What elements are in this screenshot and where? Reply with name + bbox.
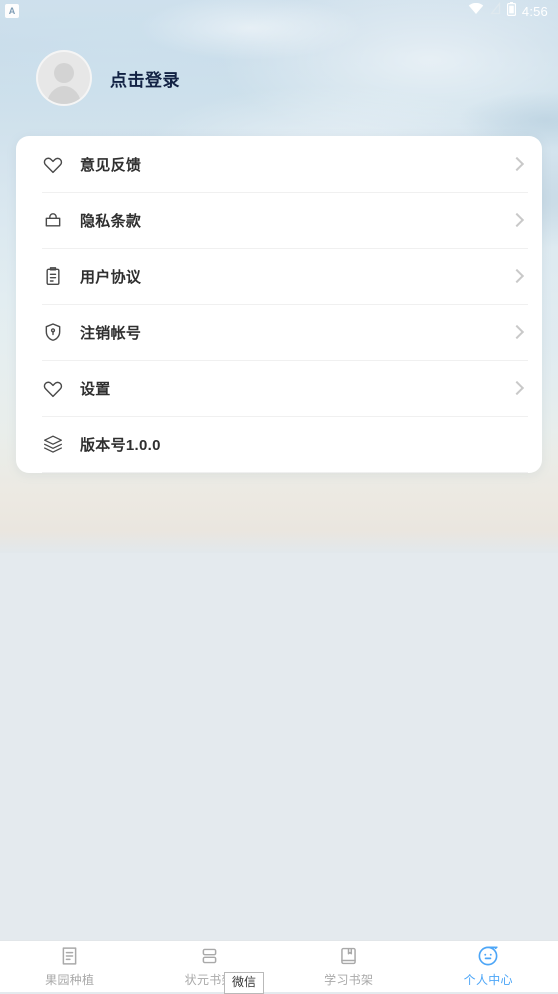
menu-item-label: 意见反馈 — [80, 154, 512, 175]
menu-item-delete-account[interactable]: 注销帐号 — [16, 304, 542, 360]
menu-item-privacy-terms[interactable]: 隐私条款 — [16, 192, 542, 248]
profile-login-area[interactable]: 点击登录 — [36, 50, 180, 106]
status-bar: A 4:56 — [0, 0, 558, 22]
tab-study-shelf[interactable]: 学习书架 — [279, 941, 419, 992]
heart-icon — [42, 377, 64, 399]
menu-item-settings[interactable]: 设置 — [16, 360, 542, 416]
battery-icon — [507, 2, 516, 21]
chevron-right-icon — [510, 269, 524, 283]
clipboard-icon — [42, 265, 64, 287]
bottom-tab-bar: 果园种植 状元书架 学习书架 — [0, 940, 558, 992]
tab-profile[interactable]: 个人中心 — [419, 941, 558, 992]
menu-item-label: 隐私条款 — [80, 210, 512, 231]
tab-label: 个人中心 — [464, 971, 513, 988]
note-icon — [59, 945, 80, 967]
status-bar-right: 4:56 — [468, 2, 548, 21]
bag-icon — [42, 209, 64, 231]
heart-icon — [42, 153, 64, 175]
smiley-icon — [477, 945, 499, 967]
chevron-right-icon — [510, 157, 524, 171]
menu-item-label: 注销帐号 — [80, 322, 512, 343]
menu-item-label: 版本号1.0.0 — [80, 434, 512, 455]
chevron-right-icon — [510, 213, 524, 227]
menu-item-user-agreement[interactable]: 用户协议 — [16, 248, 542, 304]
book-icon — [338, 945, 359, 967]
avatar-head — [54, 63, 74, 83]
menu-item-label: 设置 — [80, 378, 512, 399]
tab-label: 学习书架 — [324, 971, 373, 988]
wifi-icon — [468, 2, 484, 20]
shelf-icon — [199, 945, 220, 967]
chevron-right-icon — [510, 381, 524, 395]
tab-label: 果园种植 — [45, 971, 94, 988]
app-notification-icon: A — [5, 4, 19, 18]
avatar[interactable] — [36, 50, 92, 106]
settings-menu-card: 意见反馈 隐私条款 用户协议 — [16, 136, 542, 473]
menu-item-feedback[interactable]: 意见反馈 — [16, 136, 542, 192]
signal-off-icon — [490, 2, 501, 20]
menu-item-version: 版本号1.0.0 — [16, 416, 542, 472]
avatar-body — [47, 86, 82, 106]
menu-item-label: 用户协议 — [80, 266, 512, 287]
status-bar-left: A — [5, 4, 19, 18]
status-bar-clock: 4:56 — [522, 4, 548, 19]
wechat-tooltip[interactable]: 微信 — [224, 972, 264, 994]
tab-orchard[interactable]: 果园种植 — [0, 941, 140, 992]
layers-icon — [42, 433, 64, 455]
shield-icon — [42, 321, 64, 343]
chevron-right-icon — [510, 325, 524, 339]
login-label[interactable]: 点击登录 — [110, 66, 180, 91]
